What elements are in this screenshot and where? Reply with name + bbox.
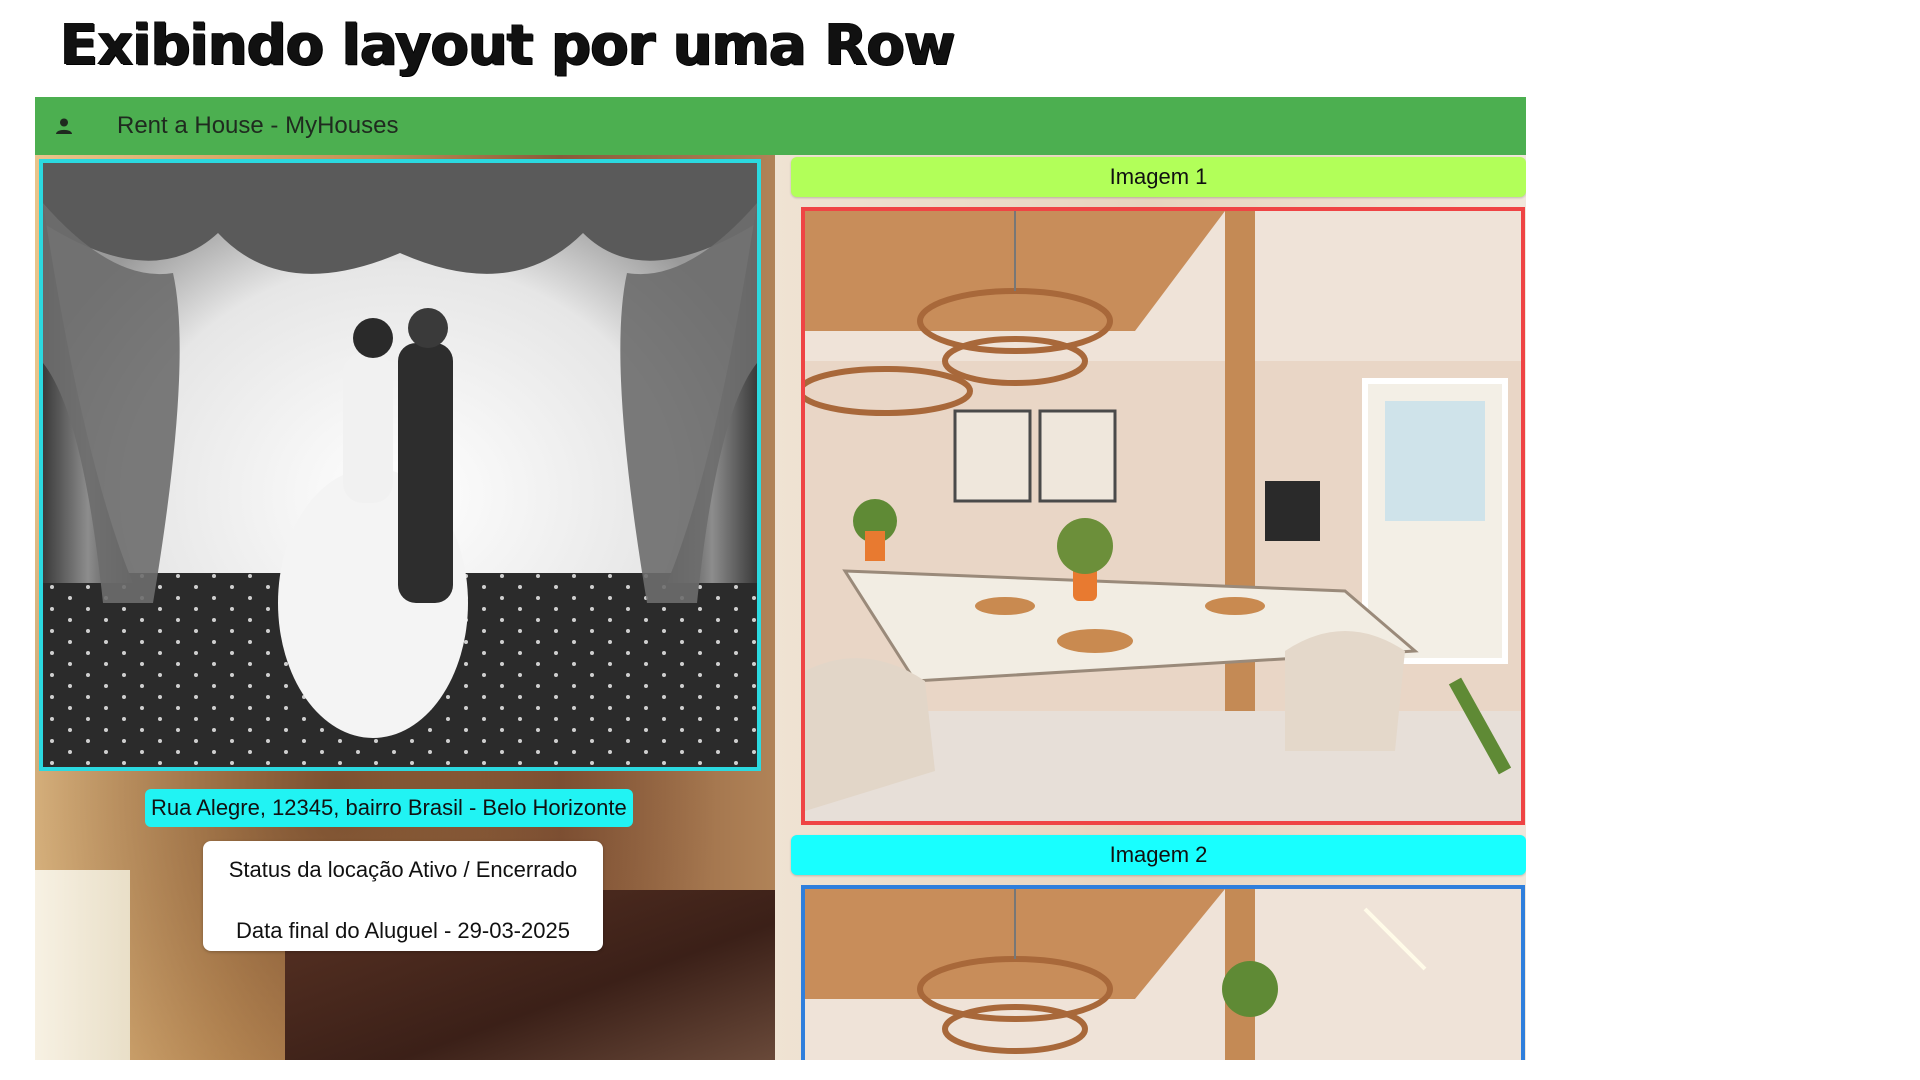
rental-status-text: Status da locação Ativo / Encerrado bbox=[228, 857, 578, 882]
page-heading: Exibindo layout por uma Row bbox=[60, 13, 956, 78]
content-row: Rua Alegre, 12345, bairro Brasil - Belo … bbox=[35, 155, 1526, 1060]
app-bar: Rent a House - MyHouses bbox=[35, 97, 1526, 155]
person-icon[interactable] bbox=[55, 117, 73, 135]
left-column: Rua Alegre, 12345, bairro Brasil - Belo … bbox=[35, 155, 785, 1060]
rental-end-date-text: Data final do Aluguel - 29-03-2025 bbox=[236, 918, 570, 943]
right-column: Imagem 1 Imagem 2 bbox=[775, 155, 1526, 1060]
dining-room-photo-2[interactable] bbox=[801, 885, 1525, 1060]
image-1-label: Imagem 1 bbox=[791, 157, 1526, 197]
wedding-photo[interactable] bbox=[39, 159, 761, 771]
dining-room-photo-1[interactable] bbox=[801, 207, 1525, 825]
image-2-label: Imagem 2 bbox=[791, 835, 1526, 875]
app-title: Rent a House - MyHouses bbox=[117, 112, 399, 139]
address-label: Rua Alegre, 12345, bairro Brasil - Belo … bbox=[145, 789, 633, 827]
app-window: Rent a House - MyHouses Rua Alegre, 1234… bbox=[35, 97, 1526, 1060]
background-furniture bbox=[35, 870, 130, 1060]
status-card: Status da locação Ativo / Encerrado Data… bbox=[203, 841, 603, 951]
